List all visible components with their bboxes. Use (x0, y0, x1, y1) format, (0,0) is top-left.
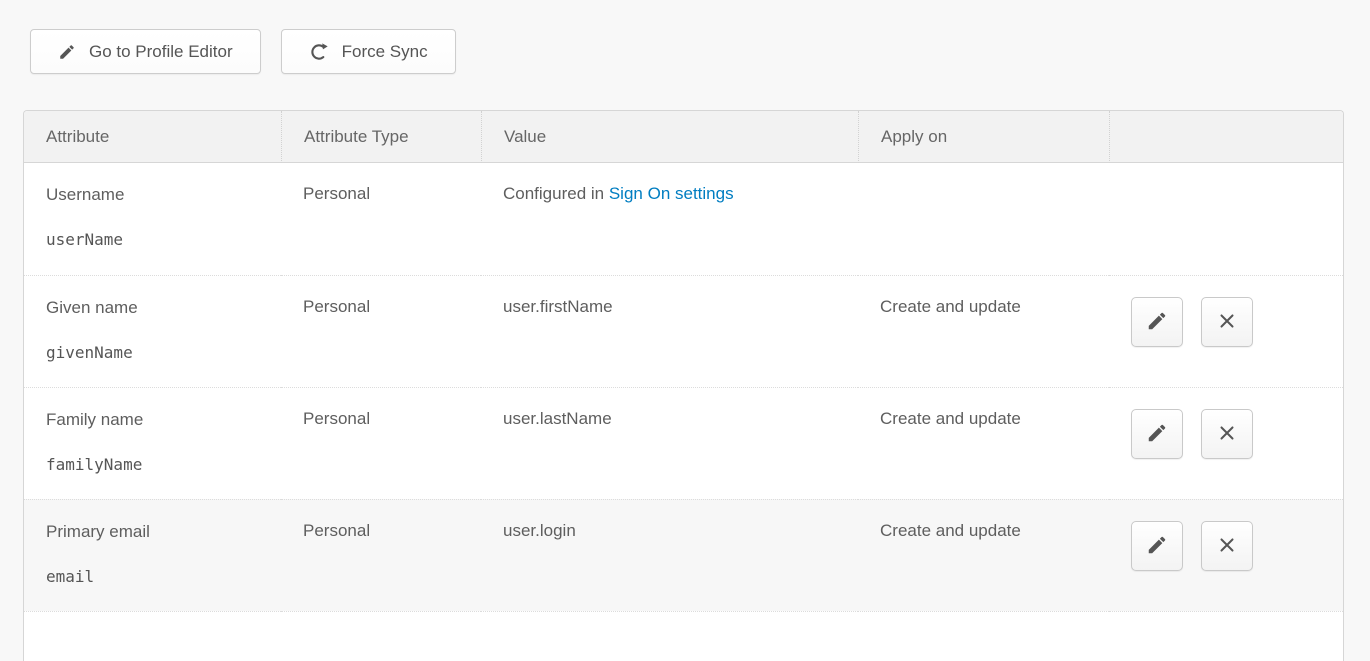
attribute-type-cell: Personal (281, 499, 481, 611)
pencil-icon (58, 43, 76, 61)
go-to-profile-editor-button[interactable]: Go to Profile Editor (30, 29, 261, 74)
table-row: Given name givenName Personal user.first… (24, 275, 1343, 387)
attribute-mapping-table: Attribute Attribute Type Value Apply on … (23, 110, 1344, 661)
delete-attribute-button[interactable] (1201, 409, 1253, 459)
apply-on-cell: Create and update (858, 275, 1109, 387)
value-cell: Configured in Sign On settings (481, 163, 858, 275)
table-row: Primary email email Personal user.login … (24, 499, 1343, 611)
apply-on-cell: Create and update (858, 499, 1109, 611)
attribute-cell: Given name givenName (24, 275, 281, 387)
attribute-type-cell: Personal (281, 163, 481, 275)
attribute-display-name: Primary email (46, 521, 271, 542)
sign-on-settings-link[interactable]: Sign On settings (609, 184, 734, 203)
value-cell: user.firstName (481, 275, 858, 387)
delete-attribute-button[interactable] (1201, 521, 1253, 571)
actions-cell (1109, 387, 1343, 499)
sync-icon (309, 42, 329, 62)
apply-on-cell (858, 163, 1109, 275)
column-header-actions (1109, 111, 1343, 163)
attribute-display-name: Family name (46, 409, 271, 430)
force-sync-button[interactable]: Force Sync (281, 29, 456, 74)
actions-cell (1109, 163, 1343, 275)
pencil-icon (1146, 310, 1168, 335)
actions-cell (1109, 499, 1343, 611)
attribute-cell: Family name familyName (24, 387, 281, 499)
attribute-variable-name: email (46, 567, 271, 586)
column-header-apply-on: Apply on (858, 111, 1109, 163)
close-icon (1216, 534, 1238, 559)
pencil-icon (1146, 422, 1168, 447)
pencil-icon (1146, 534, 1168, 559)
column-header-attribute-type: Attribute Type (281, 111, 481, 163)
close-icon (1216, 422, 1238, 447)
table-row-partial (24, 611, 1343, 661)
value-cell: user.lastName (481, 387, 858, 499)
value-text: Configured in (503, 184, 609, 203)
attribute-cell: Primary email email (24, 499, 281, 611)
attribute-variable-name: userName (46, 230, 271, 249)
attribute-display-name: Given name (46, 297, 271, 318)
table-row: Family name familyName Personal user.las… (24, 387, 1343, 499)
toolbar: Go to Profile Editor Force Sync (30, 29, 456, 74)
table-header-row: Attribute Attribute Type Value Apply on (24, 111, 1343, 163)
delete-attribute-button[interactable] (1201, 297, 1253, 347)
actions-cell (1109, 275, 1343, 387)
edit-attribute-button[interactable] (1131, 297, 1183, 347)
force-sync-label: Force Sync (342, 42, 428, 62)
attribute-cell: Username userName (24, 163, 281, 275)
attribute-display-name: Username (46, 184, 271, 205)
attribute-variable-name: givenName (46, 343, 271, 362)
attribute-type-cell: Personal (281, 387, 481, 499)
column-header-attribute: Attribute (24, 111, 281, 163)
go-to-profile-editor-label: Go to Profile Editor (89, 42, 233, 62)
edit-attribute-button[interactable] (1131, 521, 1183, 571)
column-header-value: Value (481, 111, 858, 163)
apply-on-cell: Create and update (858, 387, 1109, 499)
attribute-type-cell: Personal (281, 275, 481, 387)
edit-attribute-button[interactable] (1131, 409, 1183, 459)
table-row: Username userName Personal Configured in… (24, 163, 1343, 275)
close-icon (1216, 310, 1238, 335)
value-cell: user.login (481, 499, 858, 611)
attribute-variable-name: familyName (46, 455, 271, 474)
